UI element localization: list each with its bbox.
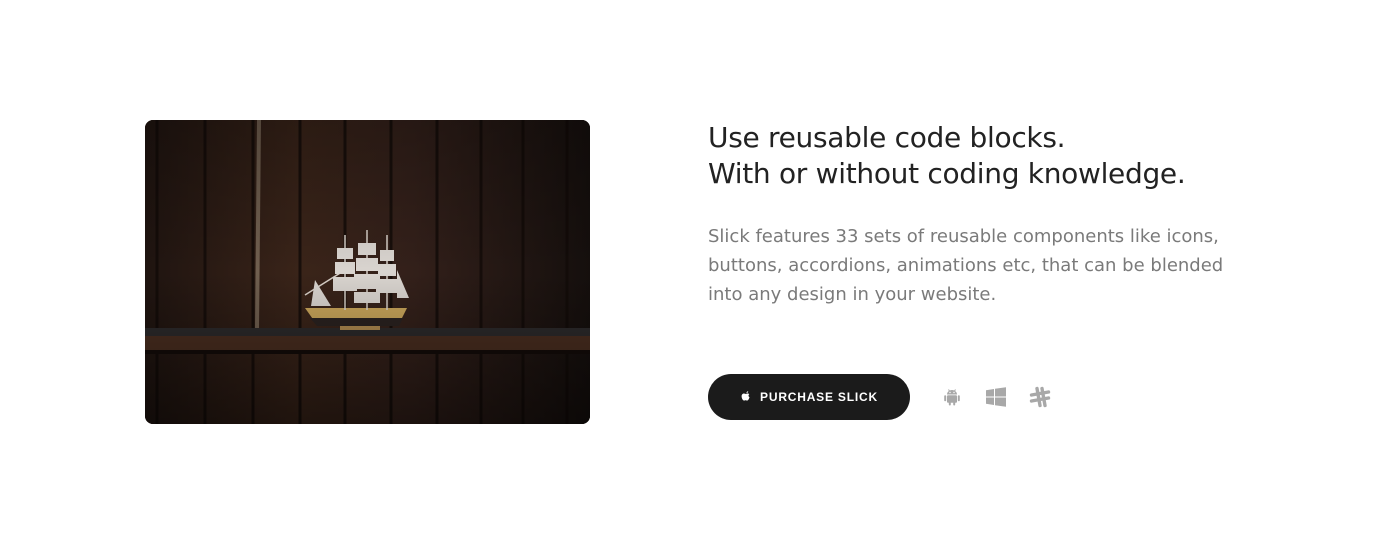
android-icon[interactable]	[940, 385, 964, 409]
feature-content: Use reusable code blocks. With or withou…	[708, 120, 1268, 309]
purchase-button[interactable]: PURCHASE SLICK	[708, 374, 910, 420]
platform-icons	[940, 385, 1052, 409]
headline-line-2: With or without coding knowledge.	[708, 157, 1186, 190]
feature-actions: PURCHASE SLICK	[708, 374, 1052, 420]
slack-icon[interactable]	[1028, 385, 1052, 409]
feature-image	[145, 120, 590, 424]
headline-line-1: Use reusable code blocks.	[708, 121, 1066, 154]
windows-icon[interactable]	[984, 385, 1008, 409]
feature-section: Use reusable code blocks. With or withou…	[0, 0, 1400, 544]
feature-description: Slick features 33 sets of reusable compo…	[708, 226, 1224, 305]
feature-headline: Use reusable code blocks. With or withou…	[708, 120, 1268, 192]
purchase-button-label: PURCHASE SLICK	[760, 390, 878, 404]
apple-icon	[740, 390, 752, 404]
